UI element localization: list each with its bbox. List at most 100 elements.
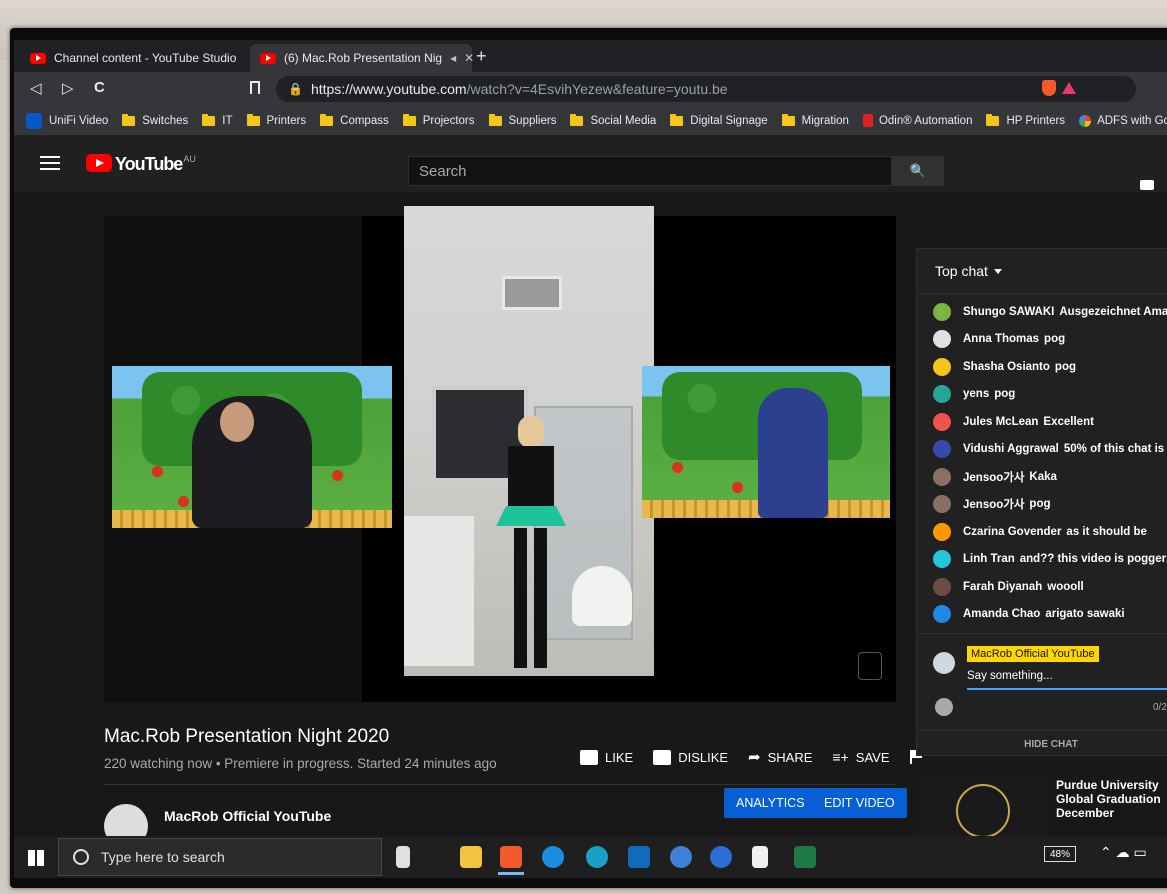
speaker-icon[interactable]: ◂ [450,51,456,65]
search-input[interactable]: Search [408,156,892,186]
document-icon[interactable] [752,846,768,868]
chat-message[interactable]: Farah Diyanah woooll [933,573,1167,601]
hide-chat-button[interactable]: HIDE CHAT [917,730,1167,759]
chat-message[interactable]: Czarina Govender as it should be [933,518,1167,546]
bookmark-it[interactable]: IT [202,113,233,127]
reload-button[interactable]: C [94,79,105,96]
bookmark-projectors[interactable]: Projectors [402,113,475,127]
chat-message[interactable]: Jensoo가사 Kaka [933,463,1167,491]
channel-watermark-icon[interactable] [858,652,882,680]
chat-author[interactable]: Linh Tran [963,553,1015,565]
chat-mode-dropdown[interactable]: Top chat [917,249,1167,294]
edge-icon[interactable] [542,846,564,868]
windows-start-icon[interactable] [28,850,44,866]
avatar[interactable] [933,302,951,321]
avatar[interactable] [933,577,951,596]
dislike-button[interactable]: DISLIKE [653,749,728,765]
chat-message[interactable]: Shasha Osianto pog [933,353,1167,381]
chat-author[interactable]: Czarina Govender [963,526,1061,538]
close-tab-icon[interactable]: ✕ [464,51,474,65]
create-video-icon[interactable] [1140,180,1154,190]
chat-author[interactable]: Jules McLean [963,416,1038,428]
input-underline [967,688,1167,690]
bookmark-icon[interactable] [250,81,260,94]
system-tray[interactable]: ⌃ ☁ ▭ [1100,844,1147,861]
taskbar-search-input[interactable]: Type here to search [58,838,382,876]
youtube-logo[interactable]: YouTube AU [86,154,196,175]
new-tab-button[interactable]: + [476,46,487,67]
avatar[interactable] [933,385,951,404]
up-next-item[interactable]: Purdue University Global Graduation Dece… [916,776,1167,838]
up-next-title[interactable]: Purdue University Global Graduation Dece… [1056,778,1167,820]
bookmark-adfs-google[interactable]: ADFS with Google [1079,114,1167,127]
channel-name[interactable]: MacRob Official YouTube [164,808,331,824]
chat-input[interactable]: Say something... [967,670,1053,682]
chat-message[interactable]: Anna Thomas pog [933,326,1167,354]
bookmark-hp-printers[interactable]: HP Printers [986,113,1065,127]
brave-browser-icon[interactable] [500,846,522,868]
satellite-app-icon[interactable] [670,846,692,868]
edit-video-button[interactable]: EDIT VIDEO [812,788,907,818]
chat-author[interactable]: Jensoo가사 [963,469,1024,485]
chat-author[interactable]: Farah Diyanah [963,581,1042,593]
chat-author[interactable]: Vidushi Aggrawal [963,443,1059,455]
chat-author[interactable]: yens [963,388,989,400]
bookmark-printers[interactable]: Printers [246,113,307,127]
avatar[interactable] [933,605,951,624]
bookmark-unifi-video[interactable]: UniFi Video [26,112,108,129]
avatar[interactable] [933,550,951,569]
chat-message[interactable]: Linh Tran and?? this video is poggers [933,546,1167,574]
excel-icon[interactable] [794,846,816,868]
chat-author[interactable]: Shasha Osianto [963,361,1050,373]
bookmark-label: Printers [266,114,307,127]
chat-author[interactable]: Amanda Chao [963,608,1040,620]
bookmark-digital-signage[interactable]: Digital Signage [670,113,768,127]
avatar[interactable] [933,412,951,431]
menu-icon[interactable] [40,156,60,170]
chat-message[interactable]: Jensoo가사 pog [933,491,1167,519]
bookmark-suppliers[interactable]: Suppliers [488,113,556,127]
share-button[interactable]: ➦ SHARE [748,748,812,766]
avatar[interactable] [933,495,951,514]
chat-author[interactable]: Shungo SAWAKI [963,306,1054,318]
battery-indicator[interactable]: 48% [1044,846,1076,862]
chat-message[interactable]: Vidushi Aggrawal 50% of this chat is lite… [933,436,1167,464]
tab-youtube-studio[interactable]: Channel content - YouTube Studio [20,44,250,72]
analytics-button[interactable]: ANALYTICS [724,788,817,818]
up-next-thumbnail[interactable] [916,776,1046,838]
skype-icon[interactable] [586,846,608,868]
avatar[interactable] [933,330,951,349]
forward-button[interactable]: ▷ [62,79,74,97]
bookmark-migration[interactable]: Migration [781,113,849,127]
avatar[interactable] [933,467,951,486]
avatar[interactable] [933,357,951,376]
brave-rewards-icon[interactable] [1062,82,1076,94]
chat-message[interactable]: yens pog [933,381,1167,409]
back-button[interactable]: ◁ [30,79,42,97]
chat-message[interactable]: Jules McLean Excellent [933,408,1167,436]
tab-macrob-presentation[interactable]: (6) Mac.Rob Presentation Nig ◂ ✕ [250,44,474,72]
avatar[interactable] [933,440,951,459]
chat-author[interactable]: Jensoo가사 [963,496,1024,512]
bookmark-compass[interactable]: Compass [320,113,389,127]
chat-composer: MacRob Official YouTube Say something...… [917,633,1167,758]
chat-message[interactable]: Amanda Chao arigato sawaki [933,601,1167,629]
bookmark-social-media[interactable]: Social Media [570,113,656,127]
file-explorer-icon[interactable] [460,846,482,868]
outlook-icon[interactable] [628,846,650,868]
save-button[interactable]: ≡+ SAVE [832,749,889,765]
chat-author[interactable]: Anna Thomas [963,333,1039,345]
video-player[interactable] [104,206,896,702]
emoji-icon[interactable] [935,698,953,716]
avatar[interactable] [933,522,951,541]
brave-shield-icon[interactable] [1042,80,1056,96]
bookmark-switches[interactable]: Switches [122,113,188,127]
like-button[interactable]: LIKE [580,749,633,765]
folder-icon [986,113,1000,126]
task-view-icon[interactable] [396,846,410,868]
search-button[interactable]: 🔍 [892,156,944,186]
address-bar[interactable]: 🔒 https://www.youtube.com /watch?v=4Esvi… [276,76,1136,102]
chat-message[interactable]: Shungo SAWAKI Ausgezeichnet Amanda [933,298,1167,326]
vpn-lock-icon[interactable] [710,846,732,868]
bookmark-odin-automation[interactable]: Odin® Automation [862,114,972,127]
